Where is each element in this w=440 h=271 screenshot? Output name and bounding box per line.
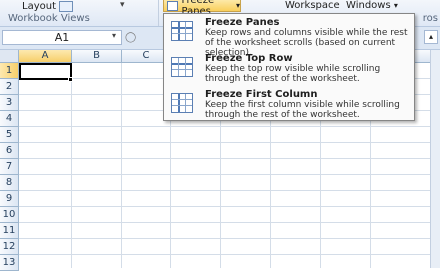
gridline xyxy=(19,190,440,191)
menu-item-title: Freeze Panes xyxy=(205,17,280,28)
gridline xyxy=(121,63,122,268)
gridline xyxy=(19,142,440,143)
row-header-1[interactable]: 1 xyxy=(0,63,19,79)
freeze-panes-icon xyxy=(167,0,179,11)
select-all-corner[interactable] xyxy=(0,50,19,63)
gridline xyxy=(19,206,440,207)
freeze-panes-menu: Freeze Panes Keep rows and columns visib… xyxy=(163,13,415,121)
expand-formula-bar-button[interactable]: ▴ xyxy=(424,30,438,44)
name-box-dropdown-icon[interactable]: ▾ xyxy=(112,31,116,40)
row-header-6[interactable]: 6 xyxy=(0,143,19,159)
column-header-b[interactable]: B xyxy=(72,50,122,63)
row-header-9[interactable]: 9 xyxy=(0,191,19,207)
gridline xyxy=(71,63,72,268)
switch-windows-button[interactable]: Windows xyxy=(346,0,391,11)
menu-item-freeze-first-column[interactable]: Freeze First Column Keep the first colum… xyxy=(164,86,414,120)
menu-item-freeze-top-row[interactable]: Freeze Top Row Keep the top row visible … xyxy=(164,50,414,84)
workspace-windows-area: Workspace Windows ▾ xyxy=(285,0,398,11)
row-header-3[interactable]: 3 xyxy=(0,95,19,111)
row-header-13[interactable]: 13 xyxy=(0,255,19,271)
freeze-panes-button[interactable]: Freeze Panes ▾ xyxy=(163,0,241,17)
active-cell-a1[interactable] xyxy=(19,63,72,80)
dropdown-arrow-icon: ▾ xyxy=(235,1,240,10)
row-header-7[interactable]: 7 xyxy=(0,159,19,175)
workbook-views-group-label: Workbook Views xyxy=(8,13,90,24)
row-header-4[interactable]: 4 xyxy=(0,111,19,127)
freeze-top-row-icon xyxy=(171,57,193,77)
macros-group-label: ros xyxy=(422,13,438,24)
group-separator xyxy=(158,0,159,26)
gridline xyxy=(19,254,440,255)
row-header-11[interactable]: 11 xyxy=(0,223,19,239)
menu-item-description: Keep the top row visible while scrolling… xyxy=(205,64,381,84)
formula-options-icon[interactable]: ◯ xyxy=(125,32,136,43)
column-header-a[interactable]: A xyxy=(19,50,72,63)
freeze-first-column-icon xyxy=(171,93,193,113)
menu-item-title: Freeze Top Row xyxy=(205,53,293,64)
menu-item-freeze-panes[interactable]: Freeze Panes Keep rows and columns visib… xyxy=(164,14,414,58)
chevron-down-icon[interactable]: ▾ xyxy=(120,0,125,10)
menu-item-description: Keep the first column visible while scro… xyxy=(205,100,400,120)
row-header-8[interactable]: 8 xyxy=(0,175,19,191)
row-header-5[interactable]: 5 xyxy=(0,127,19,143)
gridline xyxy=(19,222,440,223)
gridline xyxy=(19,238,440,239)
row-header-12[interactable]: 12 xyxy=(0,239,19,255)
save-workspace-button[interactable]: Workspace xyxy=(285,0,340,11)
gridline xyxy=(19,174,440,175)
row-header-10[interactable]: 10 xyxy=(0,207,19,223)
freeze-panes-icon xyxy=(171,21,193,41)
page-layout-label: Layout xyxy=(22,0,56,12)
name-box[interactable]: A1 xyxy=(2,30,122,45)
chevron-down-icon: ▾ xyxy=(393,1,398,10)
gridline xyxy=(19,158,440,159)
page-layout-view-button[interactable]: Layout xyxy=(22,0,73,12)
menu-item-title: Freeze First Column xyxy=(205,89,318,100)
row-header-2[interactable]: 2 xyxy=(0,79,19,95)
fill-handle[interactable] xyxy=(68,77,73,82)
page-layout-icon xyxy=(59,0,73,12)
vertical-scrollbar[interactable] xyxy=(430,50,440,268)
gridline xyxy=(19,126,440,127)
